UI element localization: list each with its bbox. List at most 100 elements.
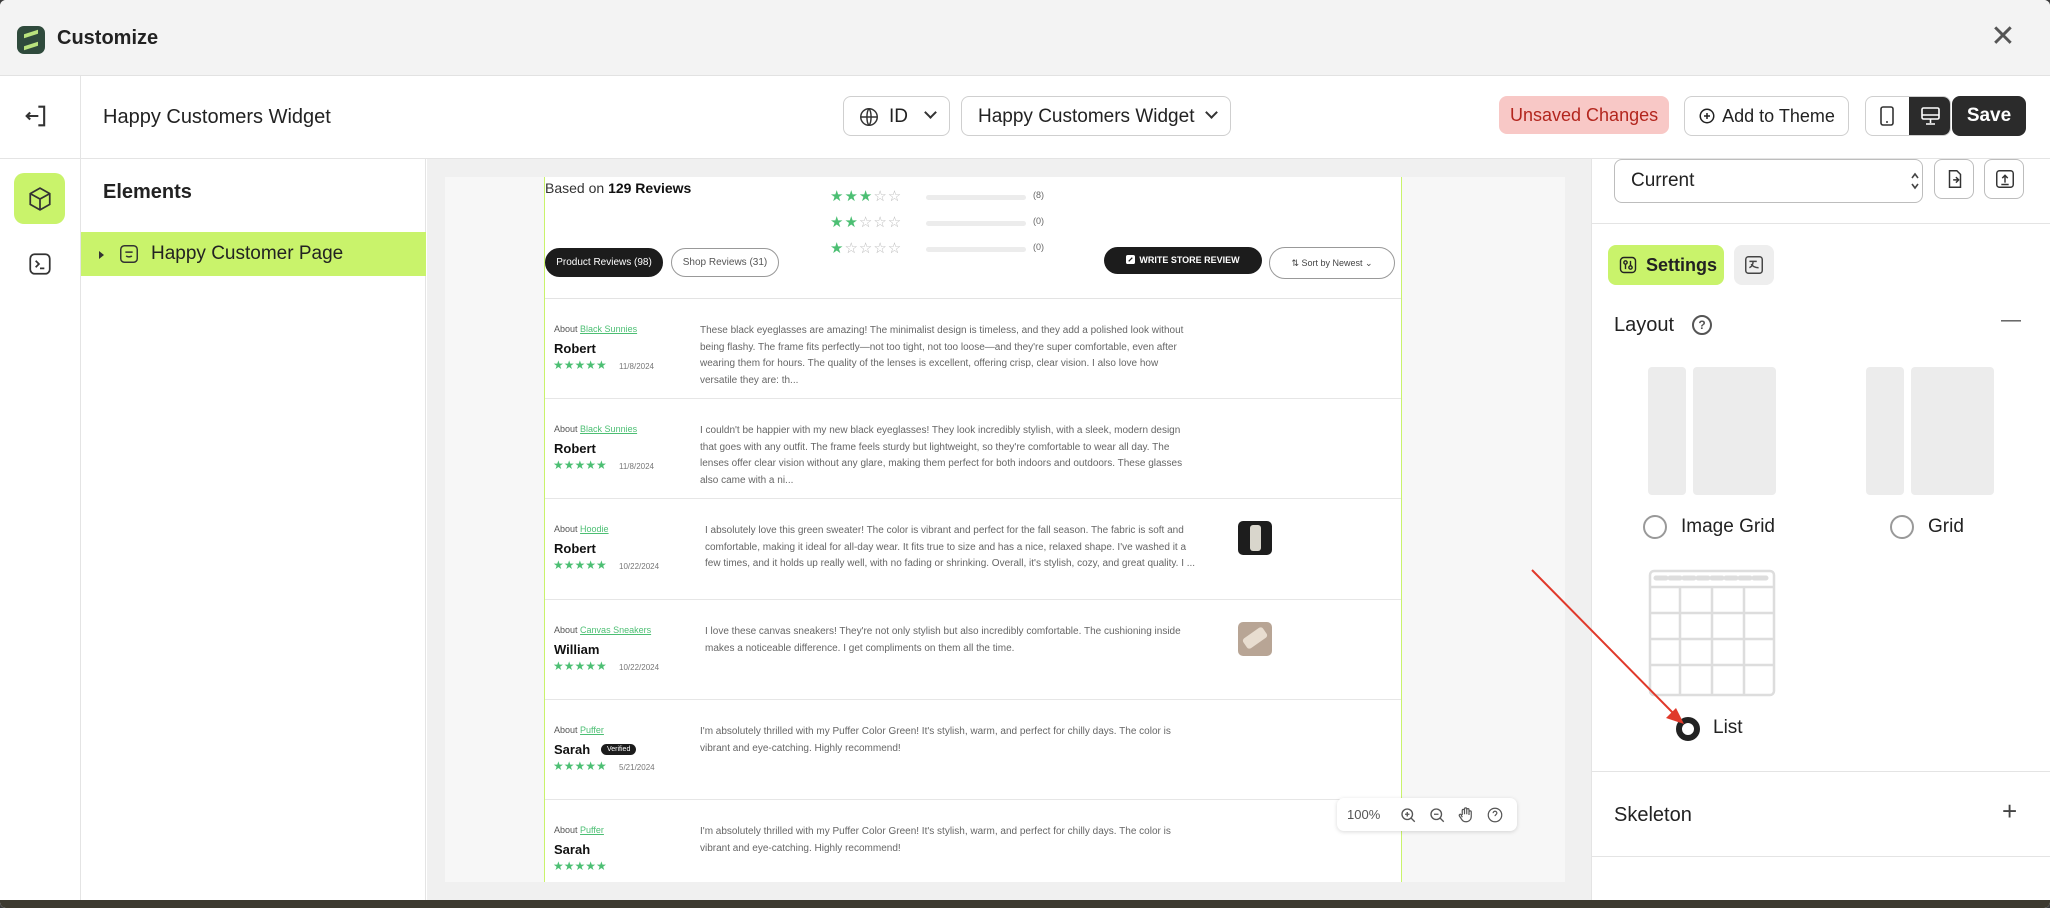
mobile-view-button[interactable] bbox=[1866, 97, 1909, 135]
widget-select-value: Happy Customers Widget bbox=[978, 106, 1195, 127]
elements-title: Elements bbox=[103, 181, 192, 203]
layout-title: Layout bbox=[1614, 314, 1675, 336]
updown-icon bbox=[1911, 172, 1919, 190]
write-review-button[interactable]: WRITE STORE REVIEW bbox=[1104, 247, 1262, 274]
review-row: About Black Sunnies Robert ★★★★★ 11/8/2024 T… bbox=[545, 299, 1401, 399]
code-rail-button[interactable] bbox=[14, 238, 65, 289]
help-icon[interactable]: ? bbox=[1692, 315, 1712, 335]
caret-right-icon[interactable] bbox=[99, 251, 104, 259]
star-icon: ★★★★★ bbox=[553, 358, 607, 372]
help-icon[interactable] bbox=[1486, 806, 1504, 824]
review-photo[interactable] bbox=[1238, 521, 1272, 555]
review-about-prefix: About bbox=[554, 825, 578, 835]
plus-icon[interactable]: + bbox=[2002, 796, 2017, 827]
globe-icon bbox=[860, 108, 878, 126]
thumb-block bbox=[1866, 367, 1904, 495]
add-to-theme-button[interactable]: Add to Theme bbox=[1684, 96, 1849, 136]
review-row: About Hoodie Robert ★★★★★ 10/22/2024 I absol… bbox=[545, 499, 1401, 600]
list-radio[interactable] bbox=[1676, 717, 1700, 741]
star-icon: ★★★☆☆ bbox=[830, 188, 903, 205]
version-select[interactable]: Current bbox=[1614, 159, 1923, 203]
grid-thumbnail[interactable] bbox=[1866, 367, 1994, 495]
widget-select[interactable]: Happy Customers Widget bbox=[961, 96, 1231, 136]
hand-icon[interactable] bbox=[1457, 806, 1475, 824]
version-select-value: Current bbox=[1631, 170, 1695, 191]
review-about: About Canvas Sneakers bbox=[554, 625, 651, 635]
terminal-icon bbox=[29, 253, 51, 275]
toolbar: Happy Customers Widget ID Happy Customer… bbox=[0, 76, 2050, 159]
review-text: I absolutely love this green sweater! Th… bbox=[705, 525, 1196, 569]
thumb-block bbox=[1911, 367, 1994, 495]
export-button[interactable] bbox=[1984, 159, 2024, 199]
review-text: I'm absolutely thrilled with my Puffer C… bbox=[700, 826, 1171, 854]
star-icon: ★☆☆☆☆ bbox=[830, 240, 903, 257]
review-photo[interactable] bbox=[1238, 622, 1272, 656]
settings-icon bbox=[1619, 256, 1637, 274]
review-about-prefix: About bbox=[554, 524, 578, 534]
review-about-prefix: About bbox=[554, 725, 578, 735]
desktop-view-button[interactable] bbox=[1909, 97, 1950, 135]
review-product-link[interactable]: Puffer bbox=[580, 825, 604, 835]
app-logo-icon bbox=[17, 26, 45, 54]
review-about-prefix: About bbox=[554, 424, 578, 434]
grid-radio[interactable] bbox=[1890, 515, 1914, 539]
skeleton-title: Skeleton bbox=[1614, 804, 1692, 826]
settings-panel: Current Settings Layout ? — Image Grid G… bbox=[1591, 159, 2050, 908]
tab-settings[interactable]: Settings bbox=[1608, 245, 1724, 285]
save-button[interactable]: Save bbox=[1952, 96, 2026, 136]
device-toggle bbox=[1865, 96, 1951, 136]
tab-shop-reviews[interactable]: Shop Reviews (31) bbox=[671, 248, 779, 277]
zoom-out-icon[interactable] bbox=[1428, 806, 1446, 824]
review-row: About Puffer Sarah ★★★★★ I'm absolutely thr… bbox=[545, 800, 1401, 882]
review-product-link[interactable]: Canvas Sneakers bbox=[580, 625, 651, 635]
review-date: 11/8/2024 bbox=[619, 462, 654, 471]
based-on-text: Based on 129 Reviews bbox=[545, 180, 691, 196]
list-thumbnail[interactable] bbox=[1648, 569, 1776, 697]
review-author: Robert bbox=[554, 541, 596, 556]
review-product-link[interactable]: Black Sunnies bbox=[580, 324, 637, 334]
zoom-in-icon[interactable] bbox=[1399, 806, 1417, 824]
review-row: About Black Sunnies Robert ★★★★★ 11/8/2024 I… bbox=[545, 399, 1401, 499]
tree-item-happy-customer-page[interactable]: Happy Customer Page bbox=[81, 232, 426, 276]
review-row: About Puffer Sarah Verified ★★★★★ 5/21/2024 I… bbox=[545, 700, 1401, 800]
verified-badge: Verified bbox=[601, 744, 637, 755]
image-grid-thumbnail[interactable] bbox=[1648, 367, 1776, 495]
review-row: About Canvas Sneakers William ★★★★★ 10/22/2… bbox=[545, 600, 1401, 700]
mobile-icon bbox=[1880, 106, 1894, 126]
left-rail bbox=[0, 159, 80, 908]
tab-translate[interactable] bbox=[1734, 245, 1774, 285]
review-about: About Black Sunnies bbox=[554, 424, 637, 434]
rating-bar bbox=[926, 221, 1026, 226]
star-icon: ★★★★★ bbox=[553, 859, 607, 873]
minus-icon[interactable]: — bbox=[2001, 309, 2021, 332]
language-select[interactable]: ID bbox=[843, 96, 950, 136]
close-icon[interactable]: ✕ bbox=[1988, 22, 2018, 52]
star-icon: ★★★★★ bbox=[553, 759, 607, 773]
review-product-link[interactable]: Puffer bbox=[580, 725, 604, 735]
review-date: 10/22/2024 bbox=[619, 663, 660, 672]
tab-settings-label: Settings bbox=[1646, 255, 1718, 275]
sort-select[interactable]: ⇅ Sort by Newest ⌄ bbox=[1269, 247, 1395, 279]
grid-label: Grid bbox=[1928, 516, 1964, 537]
preview-canvas: Based on 129 Reviews ★★★☆☆ (8) ★★☆☆☆ (0)… bbox=[427, 159, 1591, 908]
review-about-prefix: About bbox=[554, 324, 578, 334]
review-product-link[interactable]: Black Sunnies bbox=[580, 424, 637, 434]
exit-icon[interactable] bbox=[22, 102, 50, 130]
image-grid-radio[interactable] bbox=[1643, 515, 1667, 539]
tree-item-label: Happy Customer Page bbox=[151, 243, 344, 264]
star-icon: ★★☆☆☆ bbox=[830, 214, 903, 231]
import-icon bbox=[1948, 170, 1962, 188]
page-icon bbox=[120, 245, 138, 263]
tab-product-reviews[interactable]: Product Reviews (98) bbox=[545, 248, 663, 277]
star-icon: ★★★★★ bbox=[553, 558, 607, 572]
review-product-link[interactable]: Hoodie bbox=[580, 524, 609, 534]
rating-count: (0) bbox=[1033, 242, 1044, 252]
zoom-level: 100% bbox=[1347, 807, 1381, 822]
elements-rail-button[interactable] bbox=[14, 173, 65, 224]
thumb-block bbox=[1693, 367, 1776, 495]
import-button[interactable] bbox=[1934, 159, 1974, 199]
review-about: About Puffer bbox=[554, 725, 604, 735]
review-text: I couldn't be happier with my new black … bbox=[700, 425, 1183, 486]
zoom-controls: 100% bbox=[1337, 798, 1517, 831]
rating-bar bbox=[926, 195, 1026, 200]
